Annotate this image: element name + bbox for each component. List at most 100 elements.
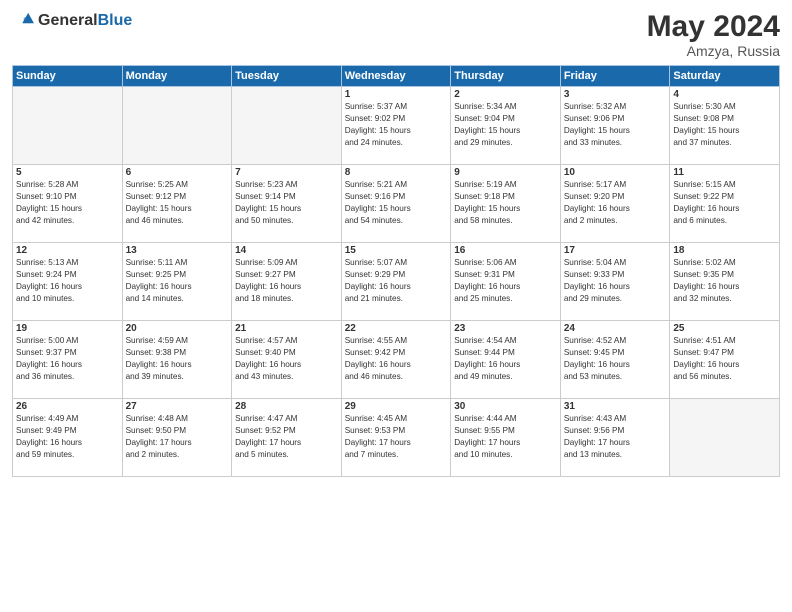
calendar-cell bbox=[13, 87, 123, 165]
day-info: Sunrise: 4:54 AM Sunset: 9:44 PM Dayligh… bbox=[454, 335, 557, 383]
page: GeneralBlue May 2024 Amzya, Russia Sunda… bbox=[0, 0, 792, 612]
day-info: Sunrise: 5:25 AM Sunset: 9:12 PM Dayligh… bbox=[126, 179, 229, 227]
calendar-cell: 10Sunrise: 5:17 AM Sunset: 9:20 PM Dayli… bbox=[560, 165, 670, 243]
calendar-cell: 20Sunrise: 4:59 AM Sunset: 9:38 PM Dayli… bbox=[122, 321, 232, 399]
calendar-cell: 29Sunrise: 4:45 AM Sunset: 9:53 PM Dayli… bbox=[341, 399, 451, 477]
calendar-cell: 25Sunrise: 4:51 AM Sunset: 9:47 PM Dayli… bbox=[670, 321, 780, 399]
day-number: 22 bbox=[345, 323, 448, 334]
day-number: 10 bbox=[564, 167, 667, 178]
day-number: 7 bbox=[235, 167, 338, 178]
day-number: 25 bbox=[673, 323, 776, 334]
day-number: 28 bbox=[235, 401, 338, 412]
calendar-cell: 30Sunrise: 4:44 AM Sunset: 9:55 PM Dayli… bbox=[451, 399, 561, 477]
calendar-cell: 27Sunrise: 4:48 AM Sunset: 9:50 PM Dayli… bbox=[122, 399, 232, 477]
calendar-cell: 22Sunrise: 4:55 AM Sunset: 9:42 PM Dayli… bbox=[341, 321, 451, 399]
calendar-cell: 28Sunrise: 4:47 AM Sunset: 9:52 PM Dayli… bbox=[232, 399, 342, 477]
day-number: 8 bbox=[345, 167, 448, 178]
week-row-1: 1Sunrise: 5:37 AM Sunset: 9:02 PM Daylig… bbox=[13, 87, 780, 165]
day-info: Sunrise: 5:19 AM Sunset: 9:18 PM Dayligh… bbox=[454, 179, 557, 227]
day-info: Sunrise: 5:37 AM Sunset: 9:02 PM Dayligh… bbox=[345, 101, 448, 149]
calendar-cell: 21Sunrise: 4:57 AM Sunset: 9:40 PM Dayli… bbox=[232, 321, 342, 399]
title-block: May 2024 Amzya, Russia bbox=[647, 10, 780, 59]
day-number: 5 bbox=[16, 167, 119, 178]
weekday-header-row: SundayMondayTuesdayWednesdayThursdayFrid… bbox=[13, 66, 780, 87]
day-info: Sunrise: 5:17 AM Sunset: 9:20 PM Dayligh… bbox=[564, 179, 667, 227]
calendar-cell: 15Sunrise: 5:07 AM Sunset: 9:29 PM Dayli… bbox=[341, 243, 451, 321]
day-number: 30 bbox=[454, 401, 557, 412]
calendar-cell bbox=[122, 87, 232, 165]
calendar-title: May 2024 bbox=[647, 10, 780, 43]
day-info: Sunrise: 4:59 AM Sunset: 9:38 PM Dayligh… bbox=[126, 335, 229, 383]
day-info: Sunrise: 5:02 AM Sunset: 9:35 PM Dayligh… bbox=[673, 257, 776, 305]
day-number: 9 bbox=[454, 167, 557, 178]
day-number: 18 bbox=[673, 245, 776, 256]
calendar-cell: 31Sunrise: 4:43 AM Sunset: 9:56 PM Dayli… bbox=[560, 399, 670, 477]
logo-icon bbox=[12, 10, 34, 32]
day-info: Sunrise: 5:11 AM Sunset: 9:25 PM Dayligh… bbox=[126, 257, 229, 305]
week-row-5: 26Sunrise: 4:49 AM Sunset: 9:49 PM Dayli… bbox=[13, 399, 780, 477]
day-info: Sunrise: 4:52 AM Sunset: 9:45 PM Dayligh… bbox=[564, 335, 667, 383]
calendar-cell: 5Sunrise: 5:28 AM Sunset: 9:10 PM Daylig… bbox=[13, 165, 123, 243]
day-info: Sunrise: 5:34 AM Sunset: 9:04 PM Dayligh… bbox=[454, 101, 557, 149]
day-info: Sunrise: 4:57 AM Sunset: 9:40 PM Dayligh… bbox=[235, 335, 338, 383]
day-number: 14 bbox=[235, 245, 338, 256]
day-number: 12 bbox=[16, 245, 119, 256]
day-number: 29 bbox=[345, 401, 448, 412]
day-info: Sunrise: 5:30 AM Sunset: 9:08 PM Dayligh… bbox=[673, 101, 776, 149]
header: GeneralBlue May 2024 Amzya, Russia bbox=[12, 10, 780, 59]
day-info: Sunrise: 5:23 AM Sunset: 9:14 PM Dayligh… bbox=[235, 179, 338, 227]
calendar-cell: 16Sunrise: 5:06 AM Sunset: 9:31 PM Dayli… bbox=[451, 243, 561, 321]
day-info: Sunrise: 5:06 AM Sunset: 9:31 PM Dayligh… bbox=[454, 257, 557, 305]
day-info: Sunrise: 5:13 AM Sunset: 9:24 PM Dayligh… bbox=[16, 257, 119, 305]
day-info: Sunrise: 5:21 AM Sunset: 9:16 PM Dayligh… bbox=[345, 179, 448, 227]
day-info: Sunrise: 4:44 AM Sunset: 9:55 PM Dayligh… bbox=[454, 413, 557, 461]
weekday-header-friday: Friday bbox=[560, 66, 670, 87]
weekday-header-sunday: Sunday bbox=[13, 66, 123, 87]
day-number: 23 bbox=[454, 323, 557, 334]
day-info: Sunrise: 5:28 AM Sunset: 9:10 PM Dayligh… bbox=[16, 179, 119, 227]
calendar-cell: 7Sunrise: 5:23 AM Sunset: 9:14 PM Daylig… bbox=[232, 165, 342, 243]
day-number: 20 bbox=[126, 323, 229, 334]
day-info: Sunrise: 4:47 AM Sunset: 9:52 PM Dayligh… bbox=[235, 413, 338, 461]
day-info: Sunrise: 5:04 AM Sunset: 9:33 PM Dayligh… bbox=[564, 257, 667, 305]
day-number: 11 bbox=[673, 167, 776, 178]
day-info: Sunrise: 5:32 AM Sunset: 9:06 PM Dayligh… bbox=[564, 101, 667, 149]
logo: GeneralBlue bbox=[12, 10, 132, 32]
day-info: Sunrise: 5:07 AM Sunset: 9:29 PM Dayligh… bbox=[345, 257, 448, 305]
calendar-cell: 6Sunrise: 5:25 AM Sunset: 9:12 PM Daylig… bbox=[122, 165, 232, 243]
calendar-subtitle: Amzya, Russia bbox=[647, 43, 780, 59]
weekday-header-wednesday: Wednesday bbox=[341, 66, 451, 87]
calendar-cell bbox=[670, 399, 780, 477]
day-number: 31 bbox=[564, 401, 667, 412]
calendar-table: SundayMondayTuesdayWednesdayThursdayFrid… bbox=[12, 65, 780, 477]
weekday-header-thursday: Thursday bbox=[451, 66, 561, 87]
weekday-header-tuesday: Tuesday bbox=[232, 66, 342, 87]
day-info: Sunrise: 4:51 AM Sunset: 9:47 PM Dayligh… bbox=[673, 335, 776, 383]
day-info: Sunrise: 4:55 AM Sunset: 9:42 PM Dayligh… bbox=[345, 335, 448, 383]
calendar-cell: 3Sunrise: 5:32 AM Sunset: 9:06 PM Daylig… bbox=[560, 87, 670, 165]
calendar-cell: 9Sunrise: 5:19 AM Sunset: 9:18 PM Daylig… bbox=[451, 165, 561, 243]
week-row-3: 12Sunrise: 5:13 AM Sunset: 9:24 PM Dayli… bbox=[13, 243, 780, 321]
day-number: 15 bbox=[345, 245, 448, 256]
week-row-2: 5Sunrise: 5:28 AM Sunset: 9:10 PM Daylig… bbox=[13, 165, 780, 243]
day-number: 17 bbox=[564, 245, 667, 256]
day-number: 21 bbox=[235, 323, 338, 334]
day-info: Sunrise: 5:00 AM Sunset: 9:37 PM Dayligh… bbox=[16, 335, 119, 383]
calendar-cell: 14Sunrise: 5:09 AM Sunset: 9:27 PM Dayli… bbox=[232, 243, 342, 321]
weekday-header-monday: Monday bbox=[122, 66, 232, 87]
day-info: Sunrise: 4:49 AM Sunset: 9:49 PM Dayligh… bbox=[16, 413, 119, 461]
calendar-cell: 24Sunrise: 4:52 AM Sunset: 9:45 PM Dayli… bbox=[560, 321, 670, 399]
day-number: 19 bbox=[16, 323, 119, 334]
day-number: 2 bbox=[454, 89, 557, 100]
day-info: Sunrise: 4:45 AM Sunset: 9:53 PM Dayligh… bbox=[345, 413, 448, 461]
calendar-cell: 11Sunrise: 5:15 AM Sunset: 9:22 PM Dayli… bbox=[670, 165, 780, 243]
day-number: 16 bbox=[454, 245, 557, 256]
day-info: Sunrise: 4:48 AM Sunset: 9:50 PM Dayligh… bbox=[126, 413, 229, 461]
calendar-cell: 12Sunrise: 5:13 AM Sunset: 9:24 PM Dayli… bbox=[13, 243, 123, 321]
day-info: Sunrise: 5:15 AM Sunset: 9:22 PM Dayligh… bbox=[673, 179, 776, 227]
week-row-4: 19Sunrise: 5:00 AM Sunset: 9:37 PM Dayli… bbox=[13, 321, 780, 399]
day-number: 3 bbox=[564, 89, 667, 100]
calendar-cell: 8Sunrise: 5:21 AM Sunset: 9:16 PM Daylig… bbox=[341, 165, 451, 243]
calendar-cell bbox=[232, 87, 342, 165]
calendar-cell: 4Sunrise: 5:30 AM Sunset: 9:08 PM Daylig… bbox=[670, 87, 780, 165]
